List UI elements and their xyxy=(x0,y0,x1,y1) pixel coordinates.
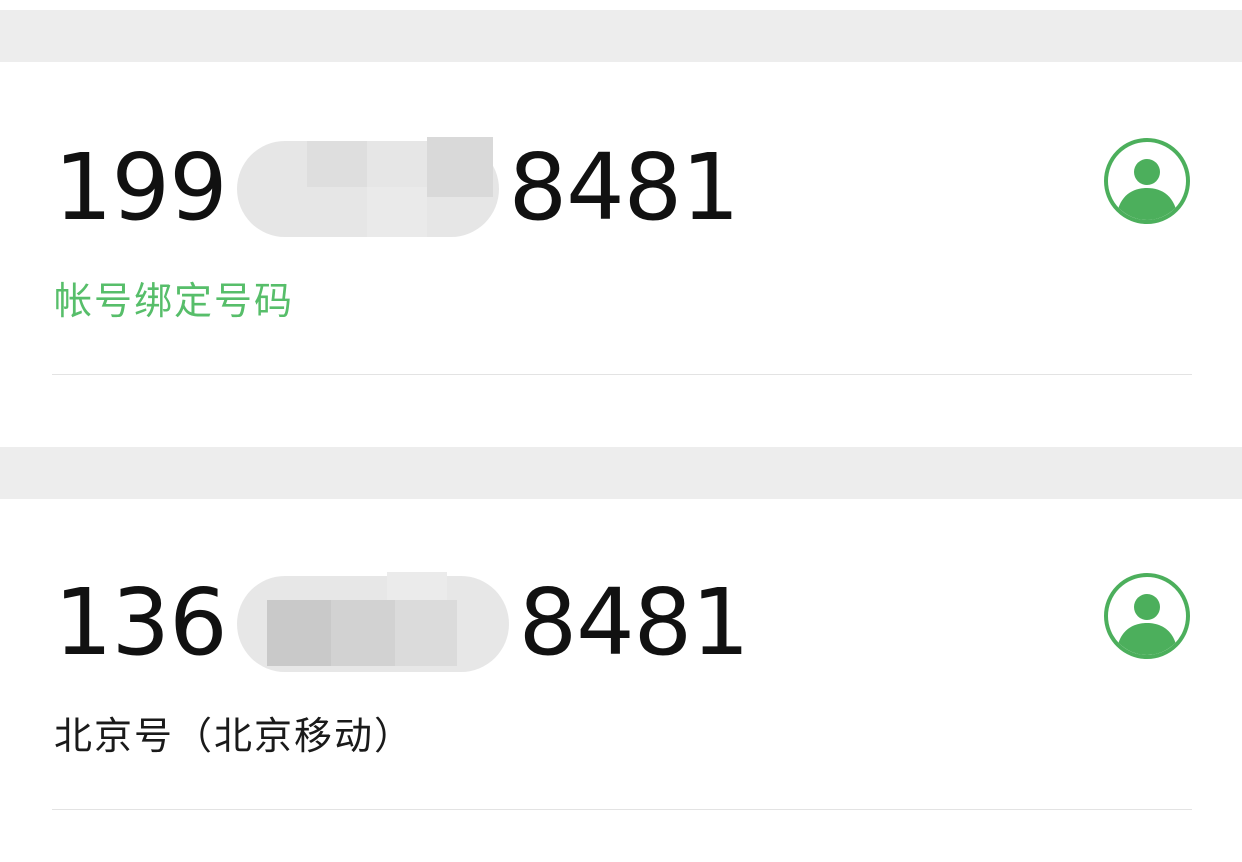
number-subtitle-1: 帐号绑定号码 xyxy=(54,279,295,323)
phone-number-1: 199 8481 xyxy=(54,132,740,242)
phone-number-list-page: 199 8481 帐号绑定号码 136 8481 北京号（北京移动） xyxy=(0,0,1242,862)
phone-number-suffix: 8481 xyxy=(518,568,750,676)
phone-number-2: 136 8481 xyxy=(54,567,750,677)
number-subtitle-2: 北京号（北京移动） xyxy=(54,714,415,758)
phone-number-prefix: 199 xyxy=(54,133,228,241)
contact-card-2[interactable]: 136 8481 北京号（北京移动） xyxy=(0,499,1242,862)
row-divider xyxy=(52,374,1192,375)
top-edge xyxy=(0,0,1242,10)
contact-avatar-icon[interactable] xyxy=(1104,138,1190,224)
section-gap-middle xyxy=(0,447,1242,499)
phone-number-prefix: 136 xyxy=(54,568,228,676)
contact-card-1[interactable]: 199 8481 帐号绑定号码 xyxy=(0,62,1242,447)
contact-avatar-icon[interactable] xyxy=(1104,573,1190,659)
redacted-digits-mask xyxy=(236,572,509,672)
row-divider xyxy=(52,809,1192,810)
redacted-digits-mask xyxy=(236,137,499,237)
phone-number-suffix: 8481 xyxy=(508,133,740,241)
section-gap-top xyxy=(0,10,1242,62)
